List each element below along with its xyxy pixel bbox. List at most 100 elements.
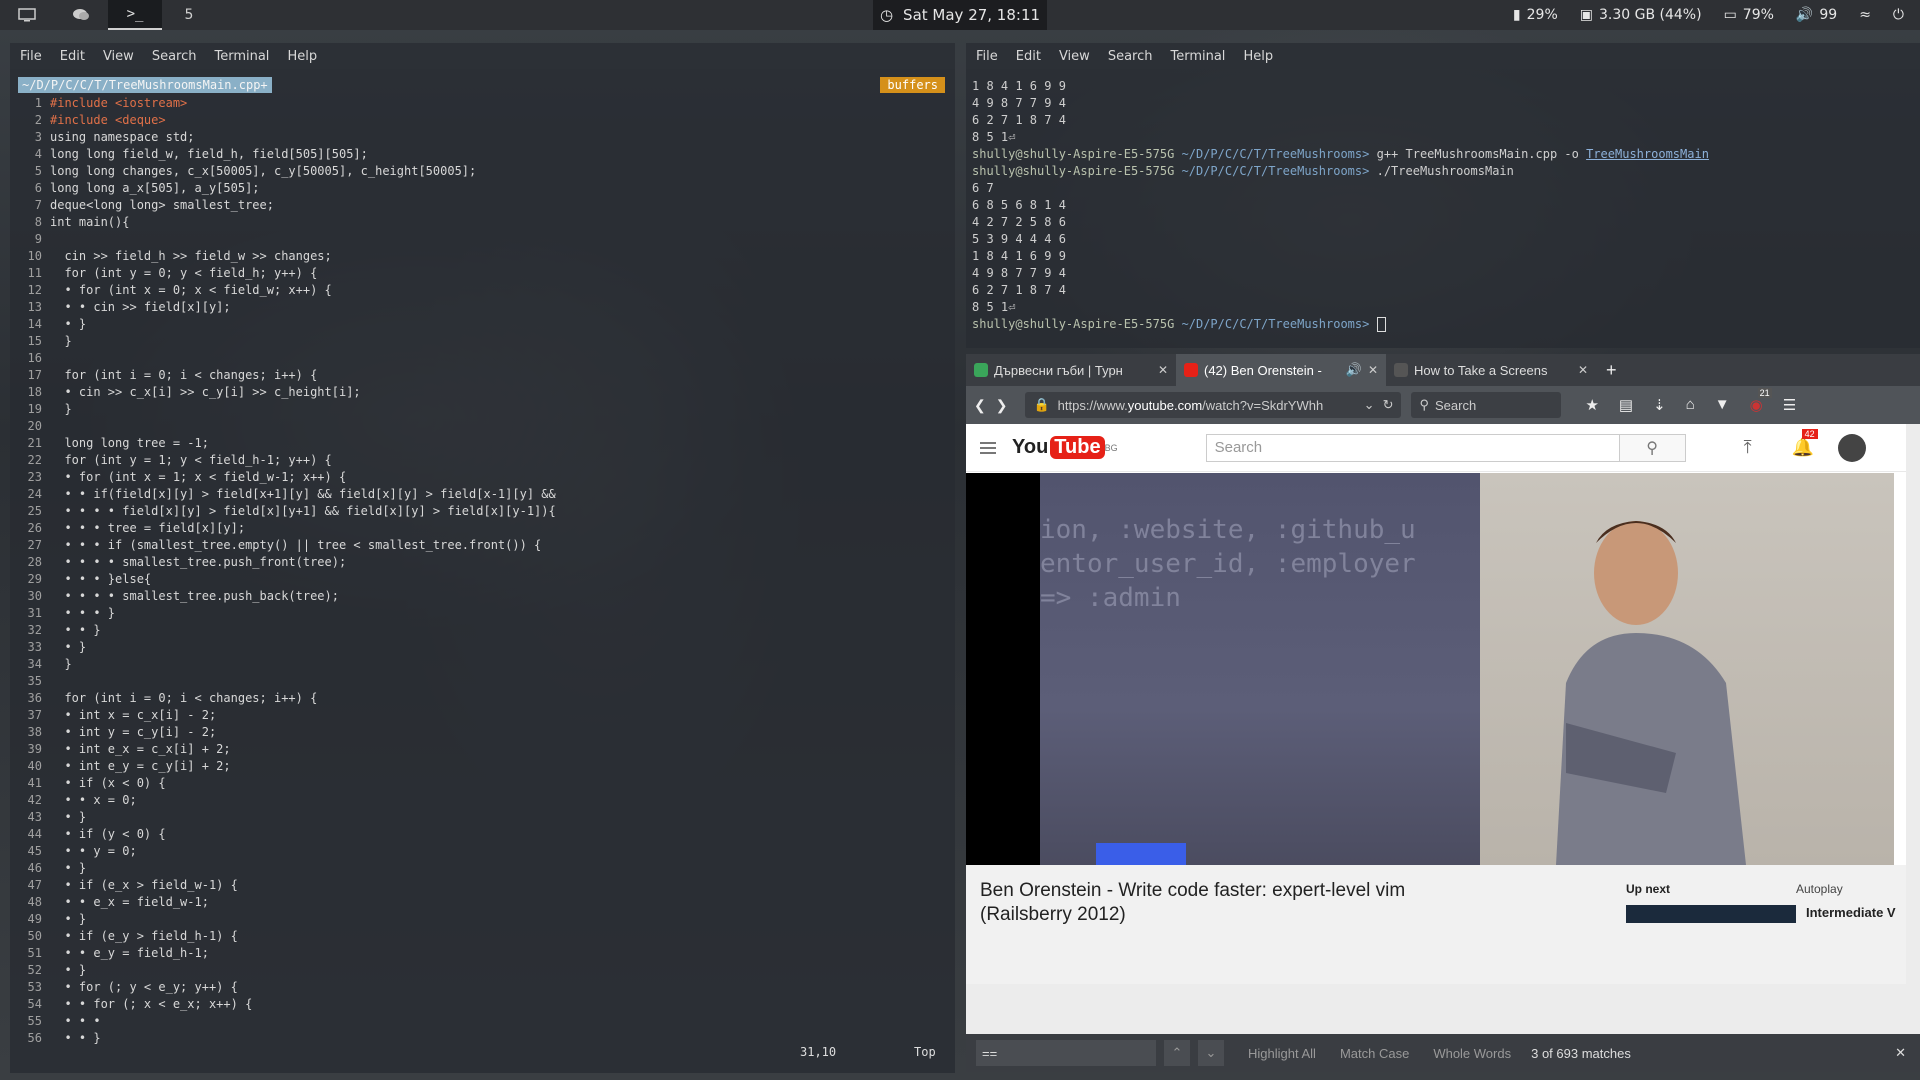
code-line[interactable]: 1 #include <iostream> <box>16 95 556 112</box>
vim-file-tab[interactable]: ~/D/P/C/C/T/TreeMushroomsMain.cpp+ <box>18 77 272 93</box>
code-line[interactable]: 27 • • • if (smallest_tree.empty() || tr… <box>16 537 556 554</box>
code-line[interactable]: 56 • • } <box>16 1030 556 1047</box>
highlight-all-checkbox[interactable]: Highlight All <box>1248 1046 1316 1061</box>
whole-words-checkbox[interactable]: Whole Words <box>1433 1046 1511 1061</box>
code-line[interactable]: 31 • • • } <box>16 605 556 622</box>
menu-icon[interactable]: ☰ <box>1783 396 1796 414</box>
code-line[interactable]: 52 • } <box>16 962 556 979</box>
code-line[interactable]: 40 • int e_y = c_y[i] + 2; <box>16 758 556 775</box>
output-file-link[interactable]: TreeMushroomsMain <box>1586 147 1709 161</box>
code-line[interactable]: 13 • • cin >> field[x][y]; <box>16 299 556 316</box>
code-line[interactable]: 12 • for (int x = 0; x < field_w; x++) { <box>16 282 556 299</box>
code-line[interactable]: 18 • cin >> c_x[i] >> c_y[i] >> c_height… <box>16 384 556 401</box>
code-line[interactable]: 3 using namespace std; <box>16 129 556 146</box>
code-line[interactable]: 22 for (int y = 1; y < field_h-1; y++) { <box>16 452 556 469</box>
code-line[interactable]: 34 } <box>16 656 556 673</box>
ublock-icon[interactable]: ◉ 21 <box>1750 388 1772 414</box>
tab-mushrooms[interactable]: Дървесни гъби | Турн ✕ <box>966 354 1176 386</box>
code-line[interactable]: 35 <box>16 673 556 690</box>
code-line[interactable]: 26 • • • tree = field[x][y]; <box>16 520 556 537</box>
code-line[interactable]: 5 long long changes, c_x[50005], c_y[5000… <box>16 163 556 180</box>
code-line[interactable]: 11 for (int y = 0; y < field_h; y++) { <box>16 265 556 282</box>
code-line[interactable]: 30 • • • • smallest_tree.push_back(tree)… <box>16 588 556 605</box>
code-line[interactable]: 48 • • e_x = field_w-1; <box>16 894 556 911</box>
terminal-output[interactable]: 1 8 4 1 6 9 9 4 9 8 7 7 9 4 6 2 7 1 8 7 4 8… <box>972 78 1709 333</box>
code-line[interactable]: 17 for (int i = 0; i < changes; i++) { <box>16 367 556 384</box>
code-line[interactable]: 2 #include <deque> <box>16 112 556 129</box>
code-line[interactable]: 37 • int x = c_x[i] - 2; <box>16 707 556 724</box>
match-case-checkbox[interactable]: Match Case <box>1340 1046 1409 1061</box>
code-line[interactable]: 46 • } <box>16 860 556 877</box>
dropdown-icon[interactable]: ⌄ <box>1364 397 1375 413</box>
menu-view[interactable]: View <box>1059 49 1090 64</box>
autoplay-toggle[interactable]: Autoplay <box>1796 882 1843 896</box>
close-tab-icon[interactable]: ✕ <box>1368 363 1378 377</box>
code-line[interactable]: 53 • for (; y < e_y; y++) { <box>16 979 556 996</box>
close-tab-icon[interactable]: ✕ <box>1578 363 1588 377</box>
code-line[interactable]: 54 • • for (; x < e_x; x++) { <box>16 996 556 1013</box>
youtube-search-button[interactable]: ⚲ <box>1619 433 1686 462</box>
code-line[interactable]: 7 deque<long long> smallest_tree; <box>16 197 556 214</box>
menu-help[interactable]: Help <box>287 49 317 64</box>
clipboard-icon[interactable]: ▤ <box>1619 396 1633 414</box>
code-line[interactable]: 14 • } <box>16 316 556 333</box>
video-title[interactable]: Ben Orenstein - Write code faster: exper… <box>980 879 1480 927</box>
tab-screenshot[interactable]: How to Take a Screens ✕ <box>1386 354 1596 386</box>
clock[interactable]: ◷ Sat May 27, 18:11 <box>873 0 1047 30</box>
close-tab-icon[interactable]: ✕ <box>1158 363 1168 377</box>
code-line[interactable]: 8 int main(){ <box>16 214 556 231</box>
home-icon[interactable]: ⌂ <box>1686 396 1695 414</box>
code-line[interactable]: 36 for (int i = 0; i < changes; i++) { <box>16 690 556 707</box>
code-line[interactable]: 51 • • e_y = field_h-1; <box>16 945 556 962</box>
code-line[interactable]: 16 <box>16 350 556 367</box>
code-line[interactable]: 10 cin >> field_h >> field_w >> changes; <box>16 248 556 265</box>
code-line[interactable]: 32 • • } <box>16 622 556 639</box>
speaker-icon[interactable]: 🔊 <box>1346 362 1362 378</box>
code-line[interactable]: 29 • • • }else{ <box>16 571 556 588</box>
terminal-icon[interactable]: >_ <box>108 0 162 30</box>
menu-help[interactable]: Help <box>1243 49 1273 64</box>
code-line[interactable]: 45 • • y = 0; <box>16 843 556 860</box>
code-line[interactable]: 41 • if (x < 0) { <box>16 775 556 792</box>
new-tab-button[interactable]: + <box>1596 354 1627 386</box>
code-line[interactable]: 20 <box>16 418 556 435</box>
chat-icon[interactable] <box>54 0 108 30</box>
close-find-icon[interactable]: ✕ <box>1895 1045 1906 1061</box>
code-line[interactable]: 28 • • • • smallest_tree.push_front(tree… <box>16 554 556 571</box>
pocket-icon[interactable]: ▼ <box>1715 396 1730 414</box>
find-input[interactable]: == <box>976 1040 1156 1066</box>
tab-youtube[interactable]: (42) Ben Orenstein - 🔊 ✕ <box>1176 354 1386 386</box>
code-line[interactable]: 15 } <box>16 333 556 350</box>
youtube-logo[interactable]: You Tube BG <box>1012 436 1118 459</box>
code-line[interactable]: 23 • for (int x = 1; x < field_w-1; x++)… <box>16 469 556 486</box>
hamburger-icon[interactable] <box>980 441 996 454</box>
code-line[interactable]: 47 • if (e_x > field_w-1) { <box>16 877 556 894</box>
next-video-thumbnail[interactable] <box>1626 905 1796 923</box>
device-battery[interactable]: ▮ 29% <box>1513 7 1558 23</box>
code-line[interactable]: 9 <box>16 231 556 248</box>
code-line[interactable]: 42 • • x = 0; <box>16 792 556 809</box>
vim-terminal-window[interactable]: File Edit View Search Terminal Help ~/D/… <box>10 43 955 1073</box>
code-line[interactable]: 43 • } <box>16 809 556 826</box>
code-line[interactable]: 33 • } <box>16 639 556 656</box>
menu-search[interactable]: Search <box>152 49 197 64</box>
upload-icon[interactable]: ⤒ <box>1744 437 1752 458</box>
code-line[interactable]: 4 long long field_w, field_h, field[505][… <box>16 146 556 163</box>
reload-icon[interactable]: ↻ <box>1383 397 1394 413</box>
back-icon[interactable]: ❮ <box>974 397 986 414</box>
search-box[interactable]: ⚲ Search <box>1411 392 1562 418</box>
wifi-icon[interactable]: ≈ <box>1859 7 1871 23</box>
menu-file[interactable]: File <box>20 49 42 64</box>
code-line[interactable]: 49 • } <box>16 911 556 928</box>
lock-icon[interactable]: 🔒 <box>1033 397 1049 413</box>
download-icon[interactable]: ⇣ <box>1653 396 1666 414</box>
code-line[interactable]: 24 • • if(field[x][y] > field[x+1][y] &&… <box>16 486 556 503</box>
menu-view[interactable]: View <box>103 49 134 64</box>
power-icon[interactable]: ⏻ <box>1893 7 1904 23</box>
menu-terminal[interactable]: Terminal <box>1170 49 1225 64</box>
desktop-icon[interactable] <box>0 0 54 30</box>
avatar[interactable] <box>1838 433 1866 462</box>
youtube-search-input[interactable]: Search <box>1205 433 1620 462</box>
battery-status[interactable]: ▭ 79% <box>1724 7 1774 23</box>
code-line[interactable]: 39 • int e_x = c_x[i] + 2; <box>16 741 556 758</box>
